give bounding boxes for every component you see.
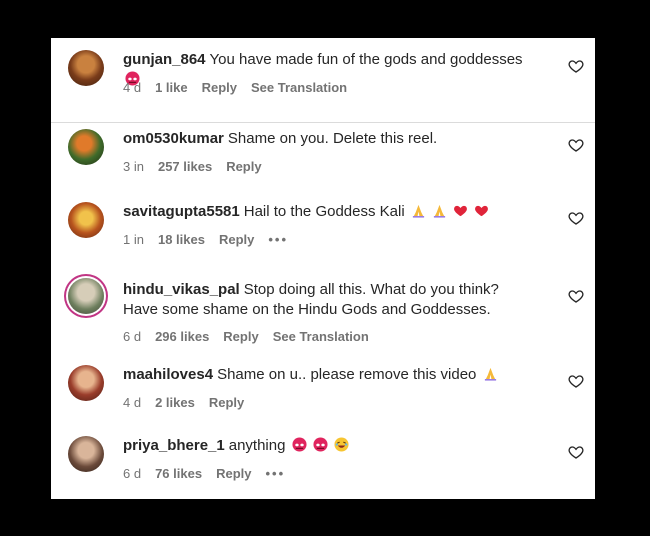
comment-time: 6 d	[123, 466, 142, 481]
comment-body: anything	[228, 437, 286, 454]
like-count[interactable]: 296 likes	[155, 329, 209, 344]
reply-button[interactable]: Reply	[216, 466, 251, 481]
comment-time: 6 d	[123, 329, 142, 344]
comment-body: Hail to the Goddess Kali	[243, 203, 405, 220]
comment-meta: 3 in 257 likes Reply	[123, 159, 276, 174]
like-count[interactable]: 18 likes	[158, 232, 205, 247]
comment-username[interactable]: om0530kumar	[123, 130, 224, 147]
comment-meta: 6 d 296 likes Reply See Translation	[123, 329, 383, 344]
comment-meta: 4 d 1 like Reply See Translation	[123, 80, 361, 95]
heart-outline-icon[interactable]	[568, 373, 584, 389]
comment-username[interactable]: priya_bhere_1	[123, 437, 225, 454]
comment-username[interactable]: gunjan_864	[123, 51, 206, 68]
comment-body: Shame on you. Delete this reel.	[227, 130, 438, 147]
avatar[interactable]	[68, 202, 104, 238]
reply-button[interactable]: Reply	[209, 395, 244, 410]
red-heart-emoji-icon	[454, 205, 468, 217]
comment-text-block: hindu_vikas_pal Stop doing all this. What…	[123, 280, 535, 320]
heart-outline-icon[interactable]	[568, 58, 584, 74]
comment-body: Shame on u.. please remove this video	[217, 366, 477, 383]
red-heart-emoji-icon	[475, 205, 489, 217]
comment-username[interactable]: hindu_vikas_pal	[123, 281, 240, 298]
comment-username[interactable]: maahiloves4	[123, 366, 213, 383]
comment-meta: 1 in 18 likes Reply •••	[123, 232, 302, 247]
like-count[interactable]: 2 likes	[155, 395, 195, 410]
folded-hands-emoji-icon	[484, 367, 496, 381]
angry-face-emoji-icon	[292, 437, 307, 452]
comment-username[interactable]: savitagupta5581	[123, 203, 240, 220]
comment-meta: 6 d 76 likes Reply •••	[123, 466, 299, 481]
heart-outline-icon[interactable]	[568, 444, 584, 460]
comment-time: 4 d	[123, 395, 142, 410]
avatar[interactable]	[68, 50, 104, 86]
folded-hands-emoji-icon	[433, 204, 446, 218]
comment-text-block: savitagupta5581 Hail to the Goddess Kali	[123, 202, 535, 222]
reply-button[interactable]: Reply	[226, 159, 261, 174]
comment-text-block: priya_bhere_1 anything	[123, 436, 535, 456]
avatar[interactable]	[68, 365, 104, 401]
heart-outline-icon[interactable]	[568, 288, 584, 304]
heart-outline-icon[interactable]	[568, 137, 584, 153]
comments-panel: gunjan_864 You have made fun of the gods …	[51, 38, 595, 499]
reply-button[interactable]: Reply	[219, 232, 254, 247]
avatar-with-story-ring[interactable]	[68, 278, 104, 314]
see-translation-link[interactable]: See Translation	[273, 329, 369, 344]
angry-face-emoji-icon	[313, 437, 328, 452]
avatar[interactable]	[68, 436, 104, 472]
comment-text-block: om0530kumar Shame on you. Delete this ree…	[123, 129, 535, 149]
see-translation-link[interactable]: See Translation	[251, 80, 347, 95]
laughing-face-emoji-icon	[334, 437, 349, 452]
reply-button[interactable]: Reply	[202, 80, 237, 95]
folded-hands-emoji-icon	[412, 204, 424, 218]
comment-time: 3 in	[123, 159, 144, 174]
avatar[interactable]	[68, 129, 104, 165]
heart-outline-icon[interactable]	[568, 210, 584, 226]
reply-button[interactable]: Reply	[223, 329, 258, 344]
divider	[51, 122, 595, 123]
comment-time: 1 in	[123, 232, 144, 247]
comment-time: 4 d	[123, 80, 142, 95]
like-count[interactable]: 76 likes	[155, 466, 202, 481]
like-count[interactable]: 257 likes	[158, 159, 212, 174]
more-options-icon[interactable]: •••	[265, 466, 285, 481]
comment-body: You have made fun of the gods and goddes…	[209, 51, 523, 68]
like-count[interactable]: 1 like	[155, 80, 188, 95]
comment-meta: 4 d 2 likes Reply	[123, 395, 258, 410]
comment-text-block: maahiloves4 Shame on u.. please remove th…	[123, 365, 535, 385]
more-options-icon[interactable]: •••	[268, 232, 288, 247]
